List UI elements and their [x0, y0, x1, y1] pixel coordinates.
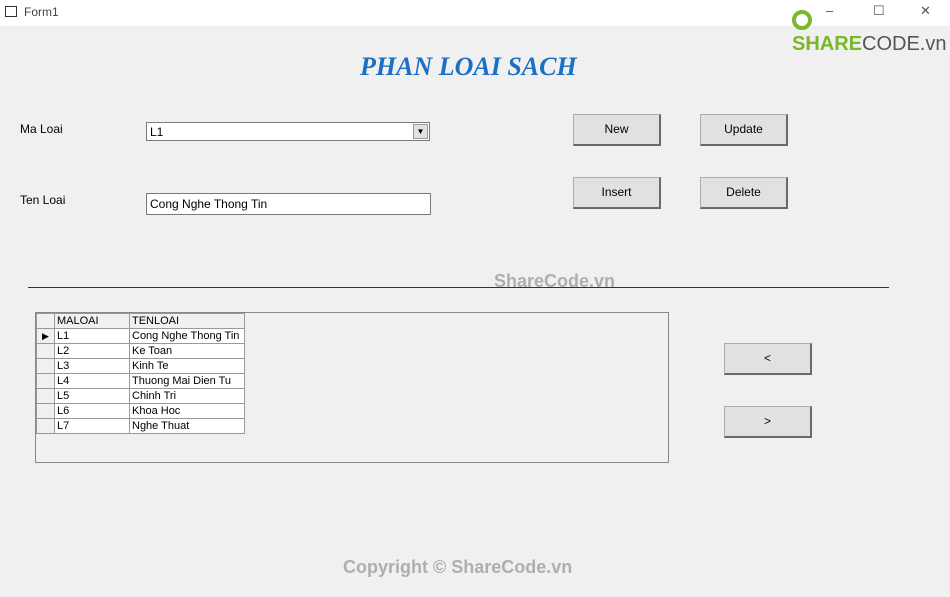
window-title: Form1: [24, 5, 59, 19]
table-row[interactable]: L3 Kinh Te: [36, 358, 245, 374]
chevron-down-icon[interactable]: ▼: [413, 124, 428, 139]
table-row[interactable]: L7 Nghe Thuat: [36, 418, 245, 434]
copyright-watermark: Copyright © ShareCode.vn: [343, 557, 573, 577]
sharecode-logo: SHARECODE.vn: [792, 10, 950, 56]
cell-maloai[interactable]: L1: [54, 328, 130, 344]
new-button[interactable]: New: [573, 114, 661, 146]
row-header[interactable]: [36, 418, 55, 434]
cell-tenloai[interactable]: Nghe Thuat: [129, 418, 245, 434]
cell-maloai[interactable]: L6: [54, 403, 130, 419]
previous-button[interactable]: <: [724, 343, 812, 375]
ten-loai-input[interactable]: Cong Nghe Thong Tin: [146, 193, 431, 215]
row-header[interactable]: [36, 373, 55, 389]
data-grid[interactable]: MALOAI TENLOAI ▶ L1 Cong Nghe Thong Tin L2 K…: [35, 312, 669, 463]
cell-maloai[interactable]: L2: [54, 343, 130, 359]
cell-tenloai[interactable]: Chinh Tri: [129, 388, 245, 404]
ma-loai-combobox[interactable]: L1 ▼: [146, 122, 430, 141]
row-header[interactable]: [36, 388, 55, 404]
cell-tenloai[interactable]: Cong Nghe Thong Tin: [129, 328, 245, 344]
cell-tenloai[interactable]: Kinh Te: [129, 358, 245, 374]
grid-header: MALOAI TENLOAI: [36, 313, 245, 329]
row-header[interactable]: [36, 403, 55, 419]
table-row[interactable]: L5 Chinh Tri: [36, 388, 245, 404]
cell-maloai[interactable]: L3: [54, 358, 130, 374]
update-button[interactable]: Update: [700, 114, 788, 146]
row-header[interactable]: [36, 343, 55, 359]
cell-tenloai[interactable]: Thuong Mai Dien Tu: [129, 373, 245, 389]
cell-maloai[interactable]: L5: [54, 388, 130, 404]
divider: [28, 287, 889, 288]
cell-tenloai[interactable]: Ke Toan: [129, 343, 245, 359]
next-button[interactable]: >: [724, 406, 812, 438]
logo-icon: [792, 10, 812, 30]
row-header[interactable]: [36, 358, 55, 374]
table-row[interactable]: ▶ L1 Cong Nghe Thong Tin: [36, 328, 245, 344]
insert-button[interactable]: Insert: [573, 177, 661, 209]
ten-loai-label: Ten Loai: [20, 193, 66, 207]
row-header[interactable]: ▶: [36, 328, 55, 344]
table-row[interactable]: L6 Khoa Hoc: [36, 403, 245, 419]
page-title: PHAN LOAI SACH: [360, 52, 577, 81]
column-header-tenloai[interactable]: TENLOAI: [129, 313, 245, 329]
table-row[interactable]: L4 Thuong Mai Dien Tu: [36, 373, 245, 389]
form-icon: [5, 6, 17, 17]
ma-loai-value: L1: [150, 125, 164, 139]
watermark: ShareCode.vn: [494, 271, 616, 291]
cell-maloai[interactable]: L7: [54, 418, 130, 434]
ma-loai-label: Ma Loai: [20, 122, 63, 136]
cell-tenloai[interactable]: Khoa Hoc: [129, 403, 245, 419]
cell-maloai[interactable]: L4: [54, 373, 130, 389]
column-header-maloai[interactable]: MALOAI: [54, 313, 130, 329]
table-row[interactable]: L2 Ke Toan: [36, 343, 245, 359]
delete-button[interactable]: Delete: [700, 177, 788, 209]
